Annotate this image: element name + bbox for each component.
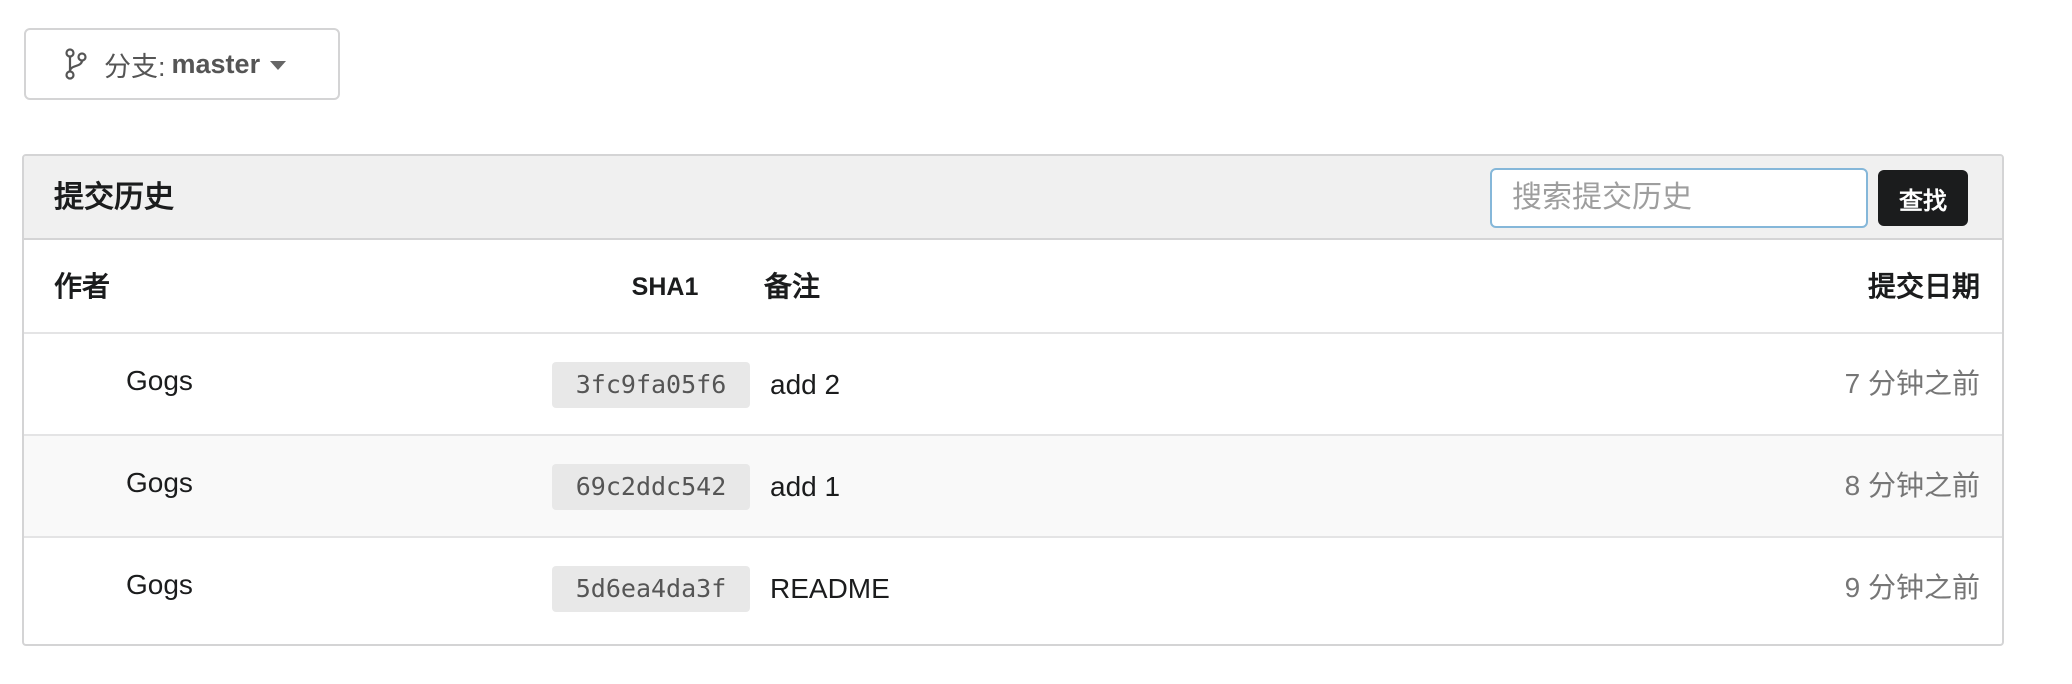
panel-header: 提交历史 查找 <box>24 156 2002 240</box>
branch-name: master <box>171 48 261 79</box>
branch-selector-button[interactable]: 分支: master <box>24 28 340 100</box>
commit-author: Gogs <box>126 467 193 498</box>
commit-history-panel: 提交历史 查找 作者 SHA1 备注 提交日期 Gogs 3fc9fa05f6 … <box>22 154 2004 646</box>
commit-message: README <box>770 573 890 604</box>
table-row: Gogs 3fc9fa05f6 add 2 7 分钟之前 <box>24 334 2002 436</box>
commit-date: 7 分钟之前 <box>1844 368 1980 399</box>
search-commits-input[interactable] <box>1490 168 1868 228</box>
commit-message: add 2 <box>770 369 841 400</box>
column-header-author: 作者 <box>54 271 111 302</box>
panel-title: 提交历史 <box>54 181 174 214</box>
commit-sha-link[interactable]: 3fc9fa05f6 <box>552 362 750 408</box>
commit-author: Gogs <box>126 365 193 396</box>
commit-date: 9 分钟之前 <box>1844 572 1980 603</box>
commit-author: Gogs <box>126 569 193 600</box>
table-row: Gogs 69c2ddc542 add 1 8 分钟之前 <box>24 436 2002 538</box>
commit-sha-link[interactable]: 69c2ddc542 <box>552 464 750 510</box>
commit-sha-link[interactable]: 5d6ea4da3f <box>552 566 750 612</box>
branch-label: 分支: <box>104 51 166 82</box>
table-header: 作者 SHA1 备注 提交日期 <box>24 240 2002 334</box>
column-header-sha: SHA1 <box>631 273 699 301</box>
caret-down-icon <box>270 60 287 70</box>
commit-date: 8 分钟之前 <box>1844 470 1980 501</box>
column-header-message: 备注 <box>764 271 821 302</box>
git-branch-icon <box>62 47 90 81</box>
search-button[interactable]: 查找 <box>1878 170 1968 226</box>
table-row: Gogs 5d6ea4da3f README 9 分钟之前 <box>24 538 2002 640</box>
commit-message: add 1 <box>770 471 841 502</box>
column-header-date: 提交日期 <box>1867 271 1980 302</box>
